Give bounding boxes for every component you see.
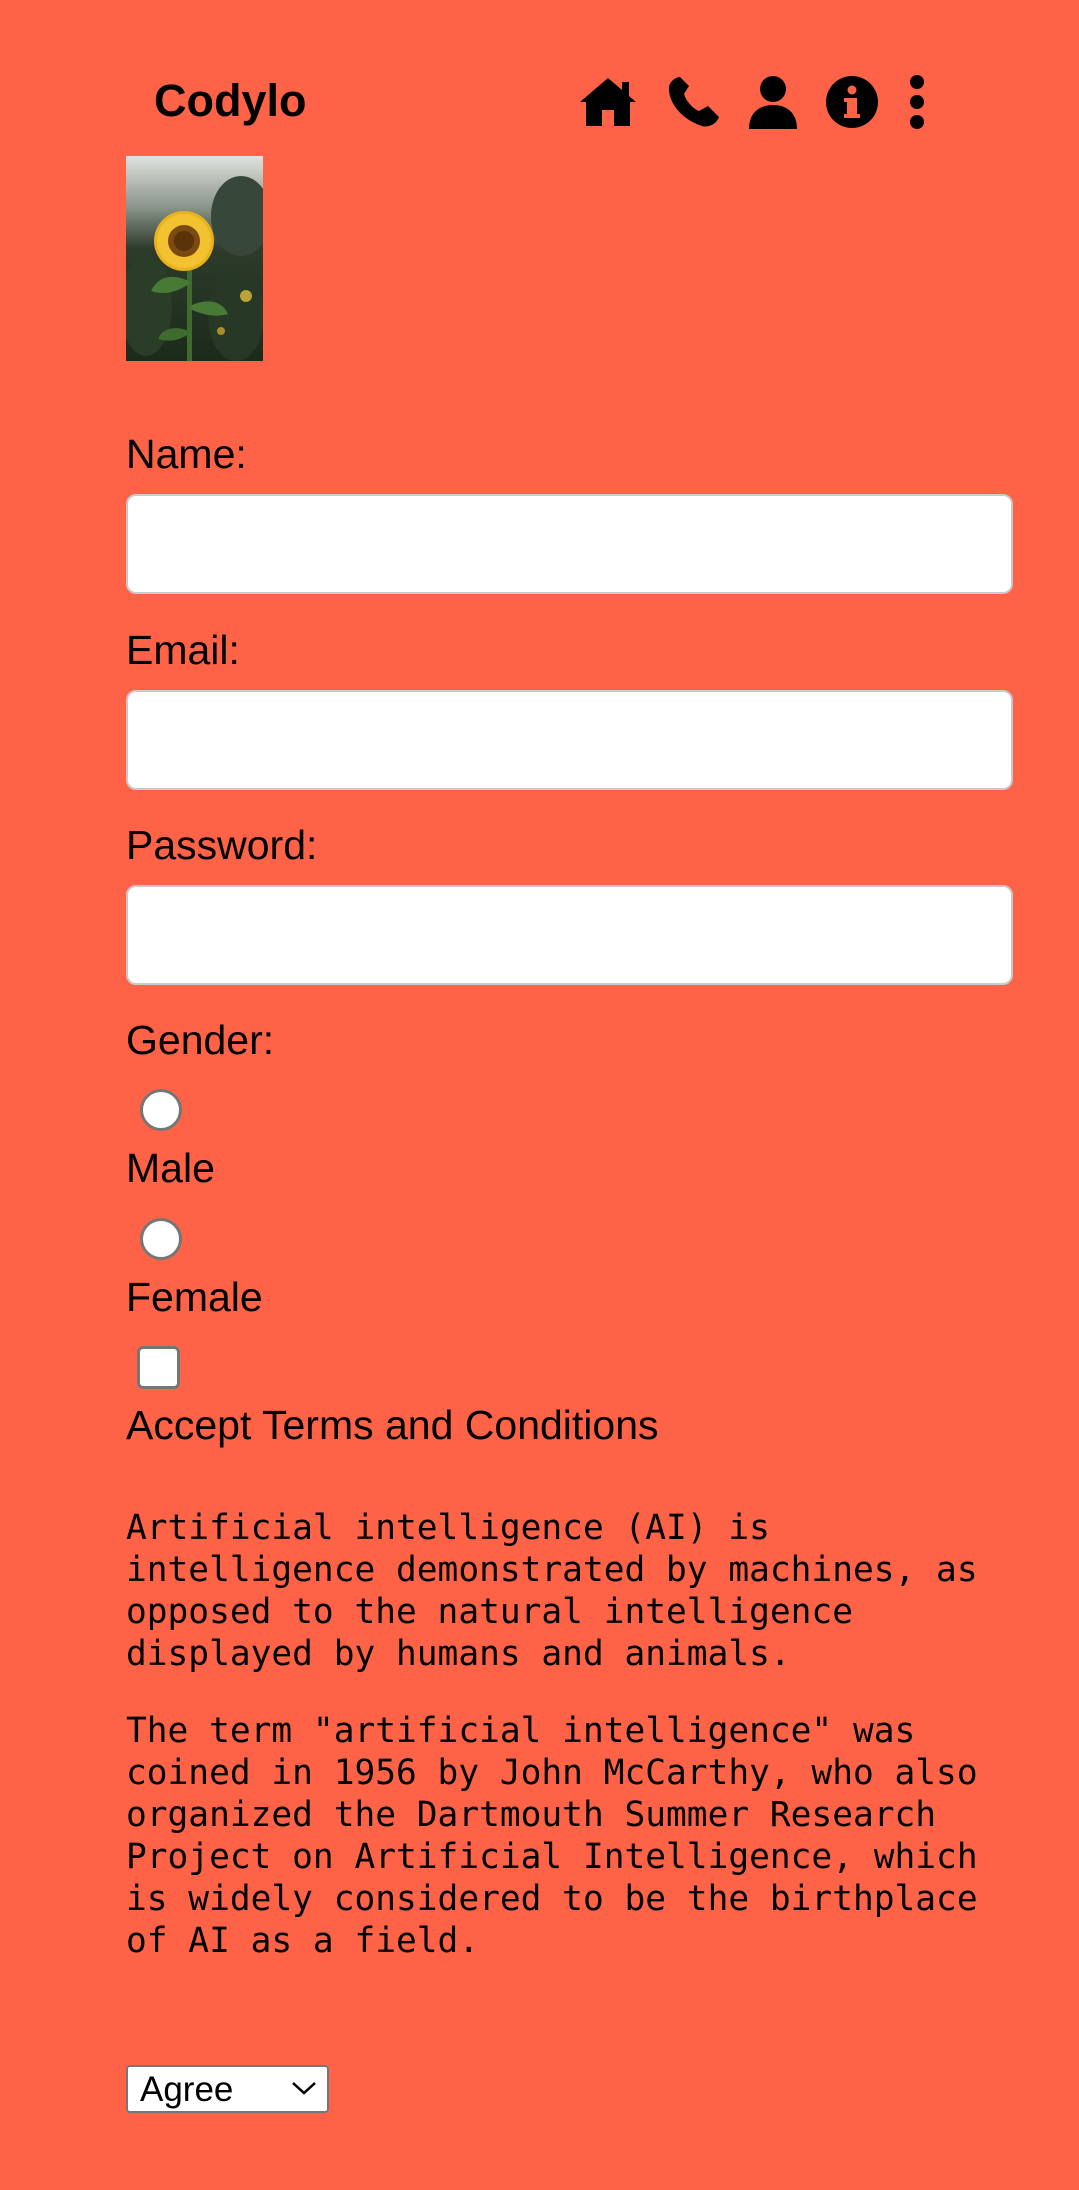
brand-title: Codylo (154, 75, 307, 126)
gender-male-radio[interactable] (140, 1089, 182, 1131)
gender-female-label: Female (126, 1274, 263, 1320)
email-field[interactable] (126, 690, 1013, 790)
email-label: Email: (126, 627, 240, 673)
chevron-down-icon (291, 2080, 317, 2101)
password-field[interactable] (126, 885, 1013, 985)
more-vertical-icon[interactable] (887, 74, 947, 130)
ai-paragraph-2: The term "artificial intelligence" was c… (126, 1711, 978, 1961)
gender-label: Gender: (126, 1017, 275, 1063)
gender-male-label: Male (126, 1145, 215, 1191)
password-label: Password: (126, 822, 318, 868)
ai-paragraph-1: Artificial intelligence (AI) is intellig… (126, 1508, 978, 1674)
sunflower-photo (126, 156, 263, 361)
name-field[interactable] (126, 494, 1013, 594)
name-label: Name: (126, 431, 247, 477)
user-icon[interactable] (743, 74, 803, 130)
terms-checkbox[interactable] (137, 1346, 180, 1389)
gender-female-radio[interactable] (140, 1218, 182, 1260)
info-icon[interactable] (822, 74, 882, 130)
agreement-select-value: Agree (140, 2070, 234, 2109)
agreement-select[interactable]: Agree (126, 2065, 329, 2113)
terms-label: Accept Terms and Conditions (126, 1402, 659, 1448)
home-icon[interactable] (578, 74, 638, 130)
phone-icon[interactable] (664, 74, 724, 130)
